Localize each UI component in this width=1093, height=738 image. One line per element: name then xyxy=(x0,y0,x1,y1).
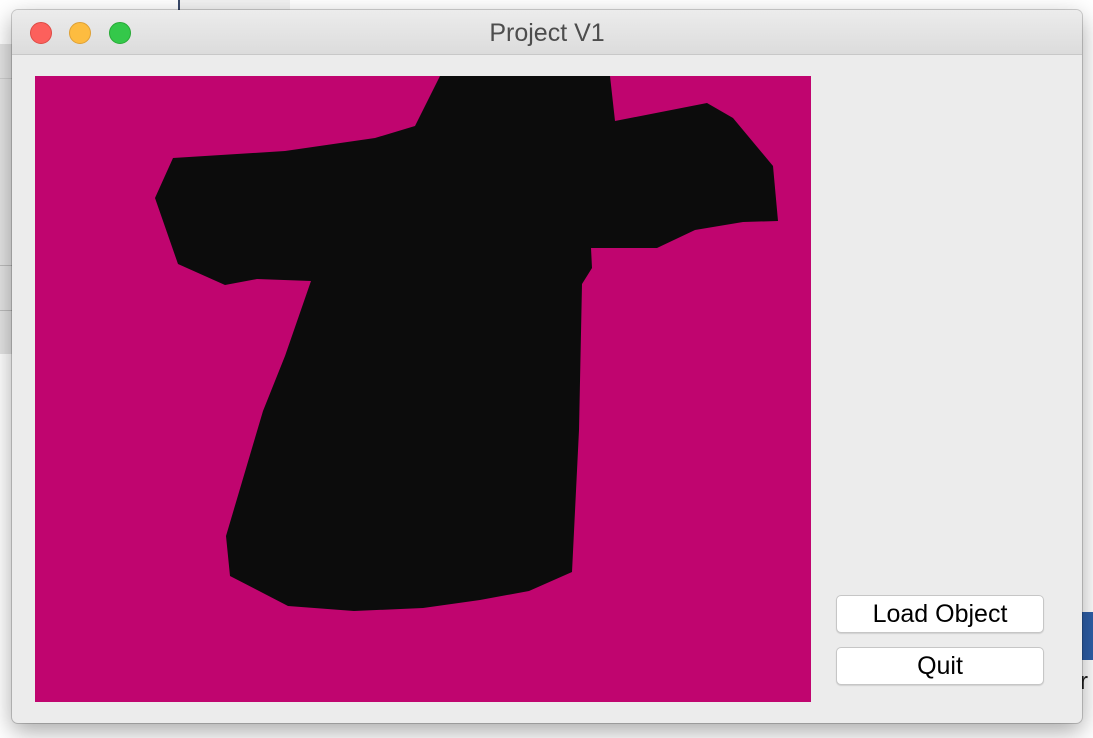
quit-button[interactable]: Quit xyxy=(836,647,1044,685)
load-object-button[interactable]: Load Object xyxy=(836,595,1044,633)
render-viewport[interactable] xyxy=(35,76,811,702)
app-window: Project V1 Load Object Quit xyxy=(12,10,1082,723)
window-title: Project V1 xyxy=(489,19,605,47)
background-window-button xyxy=(1082,612,1093,660)
title-bar[interactable]: Project V1 xyxy=(12,10,1082,55)
